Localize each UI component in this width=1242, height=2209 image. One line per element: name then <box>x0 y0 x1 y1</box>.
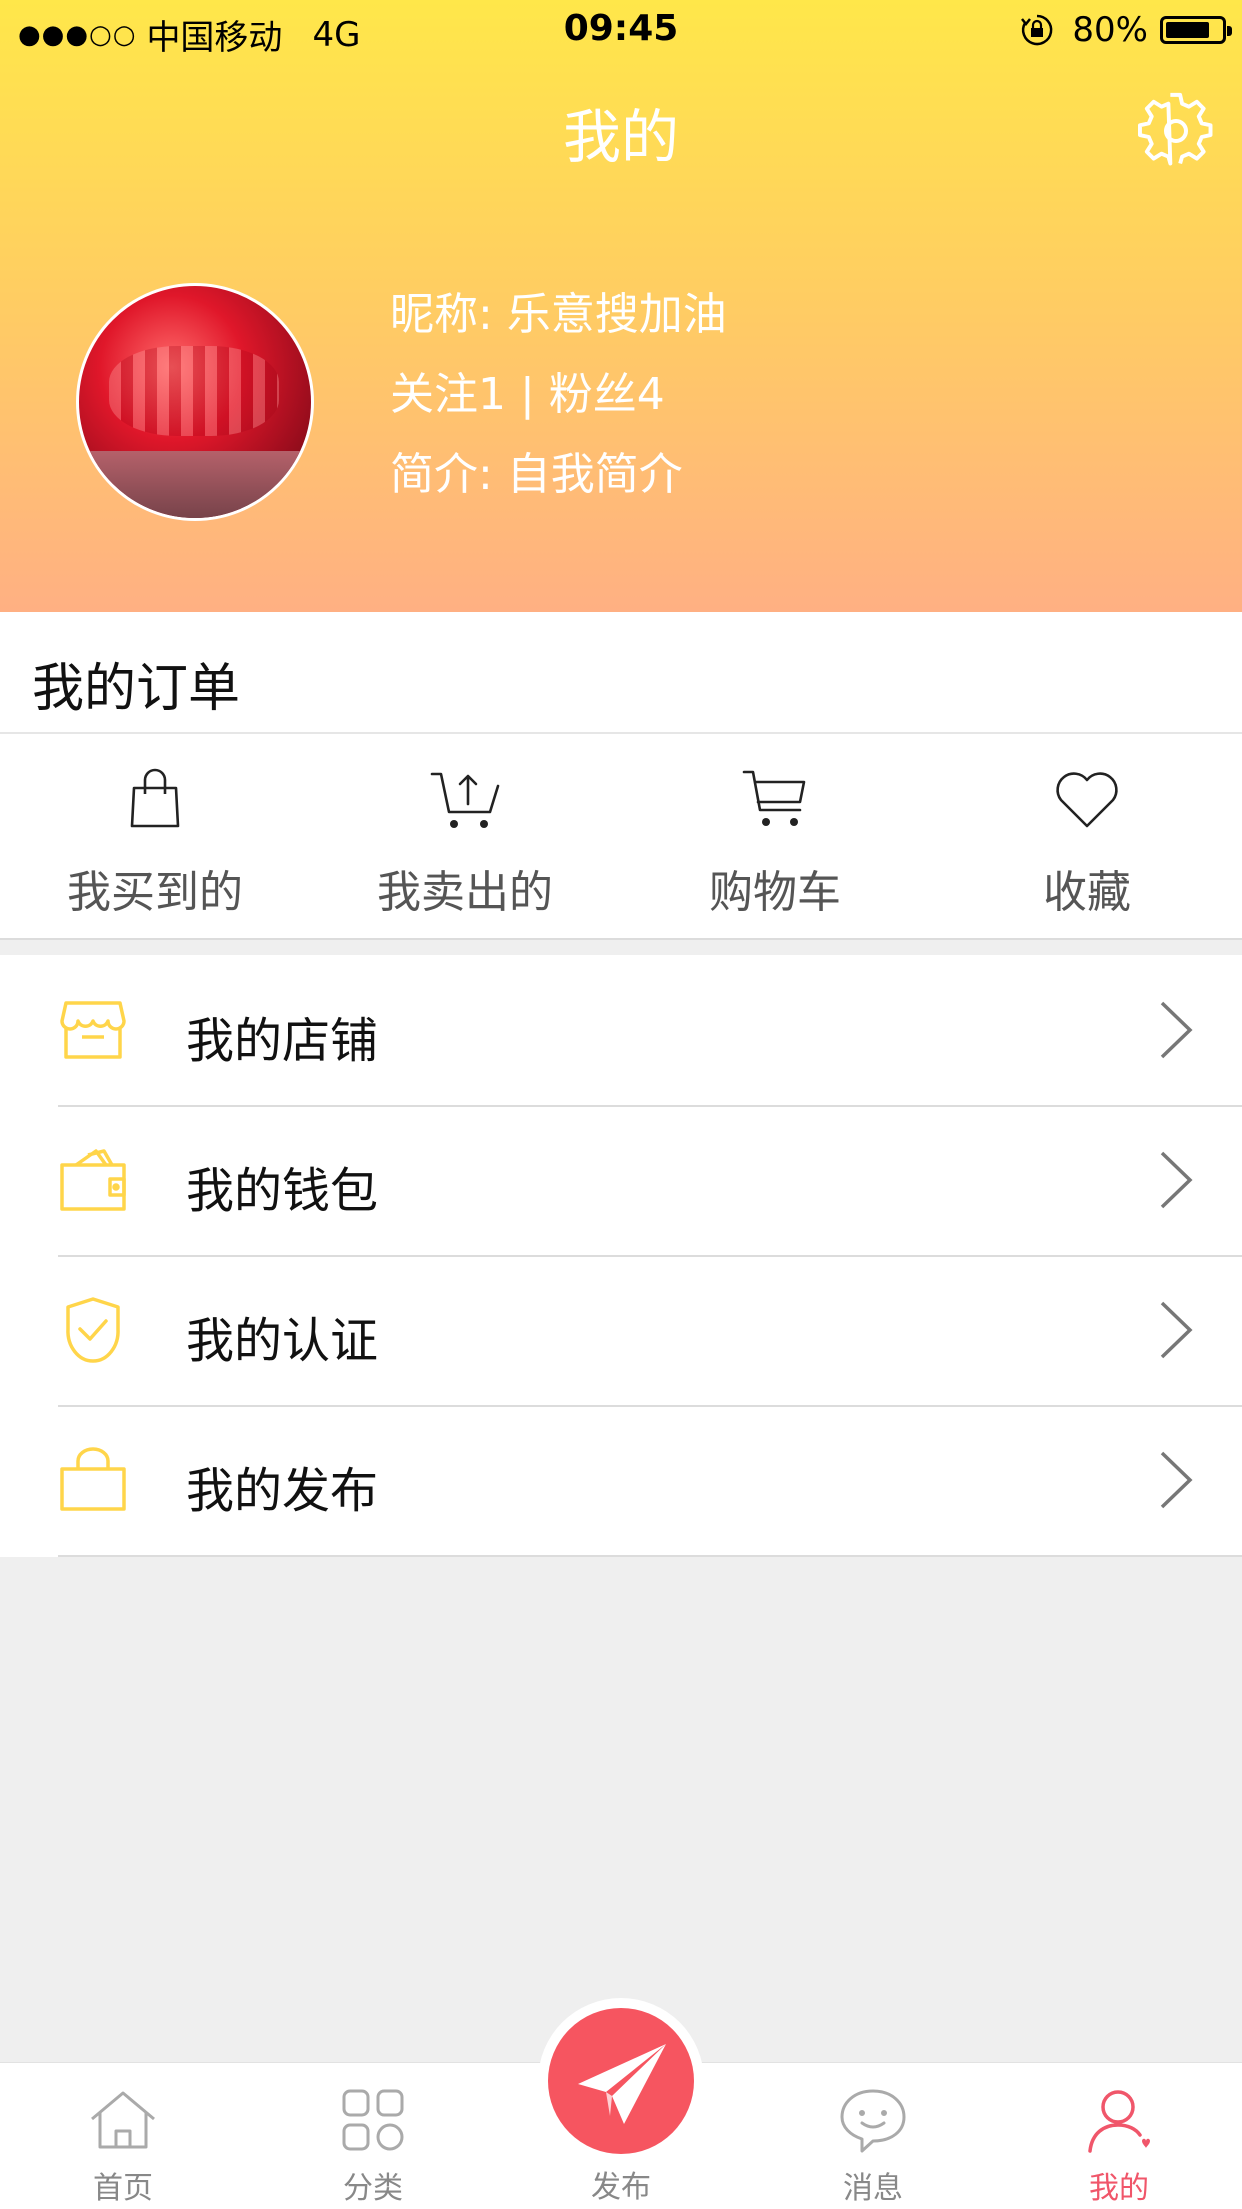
tab-label: 我的 <box>1089 2171 1149 2206</box>
tab-messages[interactable]: 消息 <box>788 2063 958 2209</box>
battery-icon <box>1160 16 1232 44</box>
menu-list: 我的店铺 我的钱包 我的认证 我的发布 <box>0 955 1242 1557</box>
order-item-label: 收藏 <box>1043 867 1131 918</box>
order-cart[interactable]: 购物车 <box>620 734 930 940</box>
bio: 简介: 自我简介 <box>390 449 683 500</box>
tab-mine[interactable]: 我的 <box>1034 2063 1204 2209</box>
paper-plane-icon <box>578 2044 666 2124</box>
menu-item-verification[interactable]: 我的认证 <box>0 1255 1242 1405</box>
user-icon <box>1088 2090 1150 2153</box>
rotation-lock-icon <box>1021 14 1053 46</box>
orders-shortcuts: 我买到的 我卖出的 购物车 收藏 <box>0 734 1242 940</box>
menu-item-posts[interactable]: 我的发布 <box>0 1405 1242 1555</box>
menu-item-label: 我的发布 <box>186 1463 379 1519</box>
battery-tip <box>1227 26 1232 36</box>
shield-check-icon <box>66 1297 120 1363</box>
chat-bubble-icon <box>840 2089 906 2153</box>
settings-button[interactable] <box>1138 92 1214 168</box>
tab-category[interactable]: 分类 <box>288 2063 458 2209</box>
chevron-right-icon <box>1160 1151 1193 1209</box>
menu-item-label: 我的认证 <box>186 1313 379 1369</box>
gear-icon <box>1138 92 1213 166</box>
order-favorites[interactable]: 收藏 <box>932 734 1242 940</box>
home-icon <box>91 2091 155 2149</box>
chevron-right-icon <box>1160 1001 1193 1059</box>
order-bought[interactable]: 我买到的 <box>0 734 310 940</box>
bag-icon <box>60 1447 126 1511</box>
tab-label-publish: 发布 <box>591 2170 651 2205</box>
battery-percent: 80% <box>1072 10 1148 50</box>
tab-label: 消息 <box>843 2171 903 2206</box>
chevron-right-icon <box>1160 1451 1193 1509</box>
order-sold[interactable]: 我卖出的 <box>310 734 620 940</box>
menu-item-wallet[interactable]: 我的钱包 <box>0 1105 1242 1255</box>
store-icon <box>60 1001 126 1059</box>
orders-header[interactable]: 我的订单 <box>0 612 1242 734</box>
tab-label: 首页 <box>93 2171 153 2206</box>
orders-title: 我的订单 <box>32 659 241 719</box>
order-item-label: 我买到的 <box>67 867 243 918</box>
tab-home[interactable]: 首页 <box>38 2063 208 2209</box>
publish-button[interactable] <box>548 2008 694 2154</box>
nickname: 昵称: 乐意搜加油 <box>390 289 727 340</box>
grid-icon <box>342 2089 404 2151</box>
status-right: 80% <box>1020 10 1232 50</box>
cart-icon <box>742 770 806 826</box>
avatar[interactable] <box>76 283 314 521</box>
profile-info: 昵称: 乐意搜加油 关注1 | 粉丝4 简介: 自我简介 <box>390 285 727 525</box>
tab-label: 分类 <box>343 2171 403 2206</box>
shopping-bag-icon <box>130 768 180 828</box>
order-item-label: 我卖出的 <box>377 867 553 918</box>
profile-header: ●●●○○ 中国移动 4G 09:45 80% 我的 昵称: 乐意搜加油 关注1… <box>0 0 1242 612</box>
divider <box>58 1555 1242 1557</box>
avatar-image-base <box>79 451 311 518</box>
cart-upload-icon <box>430 772 500 828</box>
menu-item-label: 我的店铺 <box>186 1013 379 1069</box>
order-item-label: 购物车 <box>709 867 841 918</box>
menu-item-label: 我的钱包 <box>186 1163 379 1219</box>
avatar-image-detail <box>109 346 279 436</box>
battery-level <box>1166 22 1209 38</box>
follow-fans-count[interactable]: 关注1 | 粉丝4 <box>390 365 727 445</box>
menu-item-store[interactable]: 我的店铺 <box>0 955 1242 1105</box>
heart-icon <box>1056 772 1118 828</box>
chevron-right-icon <box>1160 1301 1193 1359</box>
page-title: 我的 <box>562 103 679 171</box>
status-bar: ●●●○○ 中国移动 4G 09:45 80% <box>0 0 1242 60</box>
wallet-icon <box>60 1149 126 1211</box>
